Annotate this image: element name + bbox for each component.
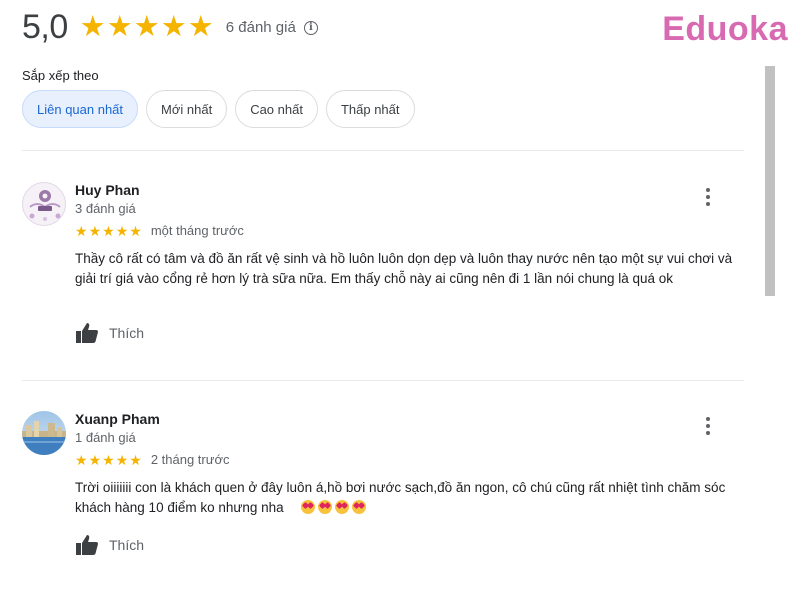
review-meta: ★ ★ ★ ★ ★ 2 tháng trước (75, 452, 229, 467)
star-icon: ★ (102, 222, 115, 239)
divider (22, 150, 744, 151)
heart-eyes-emoji-icon (301, 500, 316, 514)
divider (22, 380, 744, 381)
scrollbar-thumb[interactable] (765, 66, 775, 296)
review-text-container: Trời oiiiiiii con là khách quen ở đây lu… (75, 478, 743, 518)
star-icon: ★ (75, 222, 88, 239)
avatar-landscape-icon[interactable] (22, 411, 66, 455)
review-stars: ★ ★ ★ ★ ★ (75, 453, 142, 467)
sort-chip-lowest[interactable]: Thấp nhất (325, 90, 415, 128)
reviewer-review-count: 1 đánh giá (75, 430, 136, 445)
review-item: Huy Phan 3 đánh giá ★ ★ ★ ★ ★ một tháng … (22, 182, 744, 362)
review-time: một tháng trước (150, 223, 244, 238)
star-icon: ★ (160, 11, 187, 43)
star-icon: ★ (106, 11, 133, 43)
heart-eyes-emoji-icon (335, 500, 350, 514)
thumbs-up-icon (76, 323, 98, 343)
eduoka-logo: Eduoka (662, 10, 788, 48)
star-icon: ★ (129, 451, 142, 468)
star-icon: ★ (133, 11, 160, 43)
review-meta: ★ ★ ★ ★ ★ một tháng trước (75, 223, 244, 238)
rating-summary: 5,0 ★ ★ ★ ★ ★ 6 đánh giá i (22, 8, 318, 47)
rating-stars: ★ ★ ★ ★ ★ (80, 13, 214, 42)
like-button[interactable]: Thích (75, 322, 144, 344)
star-icon: ★ (115, 222, 129, 239)
star-icon: ★ (129, 222, 142, 239)
like-button[interactable]: Thích (75, 534, 144, 556)
heart-eyes-emoji-icon (352, 500, 367, 514)
emoji-group (301, 500, 367, 514)
more-vert-icon[interactable] (704, 417, 712, 435)
sort-chip-relevant[interactable]: Liên quan nhất (22, 90, 139, 128)
thumbs-up-icon (76, 535, 98, 555)
sort-chip-highest[interactable]: Cao nhất (235, 90, 318, 128)
avatar-huy-icon[interactable] (22, 182, 66, 226)
heart-eyes-emoji-icon (318, 500, 333, 514)
reviewer-review-count: 3 đánh giá (75, 201, 136, 216)
sort-options: Liên quan nhất Mới nhất Cao nhất Thấp nh… (22, 90, 415, 128)
like-label: Thích (109, 325, 145, 341)
star-icon: ★ (88, 451, 102, 468)
star-icon: ★ (102, 451, 115, 468)
star-icon: ★ (115, 451, 129, 468)
more-vert-icon[interactable] (704, 188, 712, 206)
review-text: Trời oiiiiiii con là khách quen ở đây lu… (75, 480, 726, 515)
info-icon[interactable]: i (303, 20, 318, 35)
review-stars: ★ ★ ★ ★ ★ (75, 224, 142, 238)
sort-label: Sắp xếp theo (22, 68, 99, 83)
review-item: Xuanp Pham 1 đánh giá ★ ★ ★ ★ ★ 2 tháng … (22, 411, 744, 581)
like-label: Thích (109, 537, 145, 553)
rating-value: 5,0 (22, 8, 68, 46)
star-icon: ★ (79, 11, 106, 43)
rating-count: 6 đánh giá (225, 19, 296, 36)
reviewer-name[interactable]: Huy Phan (75, 182, 140, 198)
reviewer-name[interactable]: Xuanp Pham (75, 411, 160, 427)
review-text: Thầy cô rất có tâm và đồ ăn rất vệ sinh … (75, 251, 733, 286)
review-time: 2 tháng trước (150, 452, 230, 467)
star-icon: ★ (187, 11, 214, 43)
star-icon: ★ (75, 451, 88, 468)
star-icon: ★ (88, 222, 102, 239)
sort-chip-newest[interactable]: Mới nhất (146, 90, 228, 128)
